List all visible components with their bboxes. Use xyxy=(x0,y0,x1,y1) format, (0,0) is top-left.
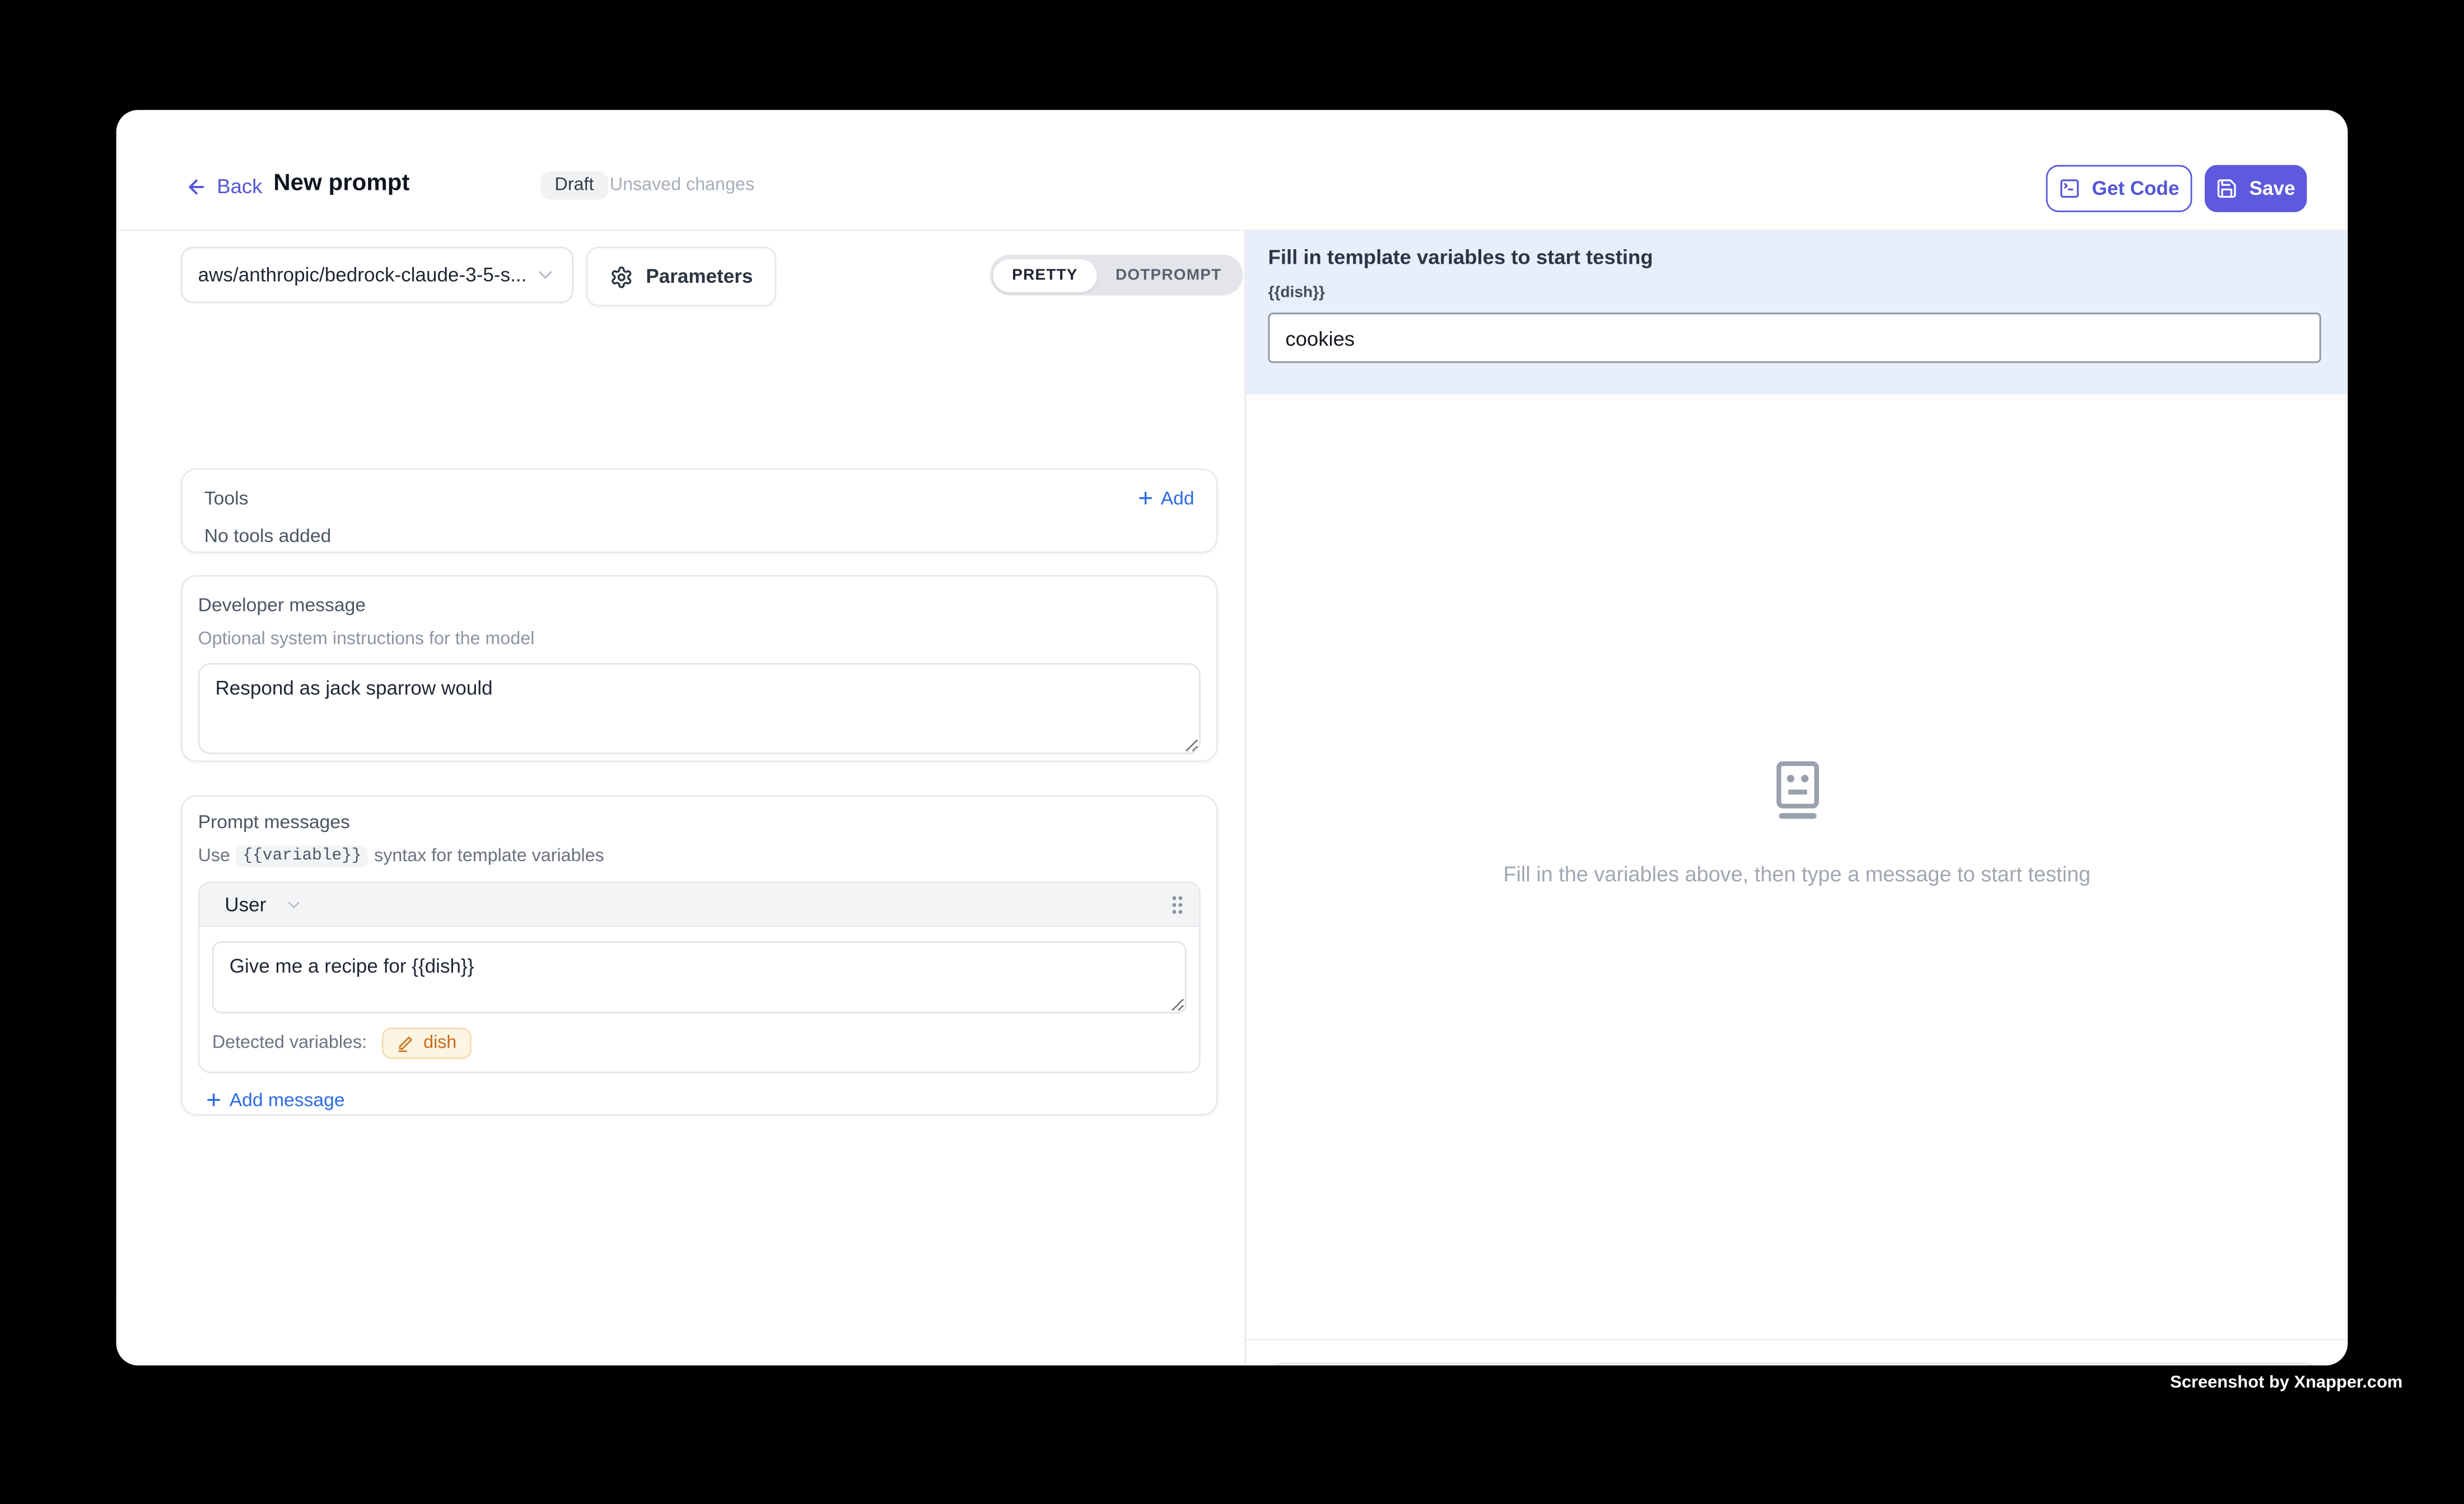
tools-empty-text: No tools added xyxy=(183,509,1216,547)
get-code-label: Get Code xyxy=(2092,178,2180,199)
hint-suffix: syntax for template variables xyxy=(374,847,604,866)
role-value: User xyxy=(225,893,266,915)
pencil-icon xyxy=(396,1034,416,1053)
page-title: New prompt xyxy=(273,170,409,197)
detected-variables-label: Detected variables: xyxy=(212,1034,367,1053)
model-select[interactable]: aws/anthropic/bedrock-claude-3-5-s... xyxy=(181,247,574,303)
save-floppy-icon xyxy=(2216,178,2238,199)
developer-message-card: Developer message Optional system instru… xyxy=(181,575,1218,762)
format-toggle: PRETTY DOTPROMPT xyxy=(990,255,1244,296)
hint-variable-code: {{variable}} xyxy=(236,846,368,867)
template-variables-title: Fill in template variables to start test… xyxy=(1268,245,2321,269)
gear-icon xyxy=(610,265,633,288)
developer-message-textarea[interactable]: Respond as jack sparrow would xyxy=(198,663,1201,754)
variable-chip-label: dish xyxy=(423,1034,456,1053)
message-textarea[interactable]: Give me a recipe for {{dish}} xyxy=(212,941,1187,1013)
app-window: Back New prompt Draft Unsaved changes Ge… xyxy=(116,110,2348,1365)
bot-face-icon xyxy=(1768,759,1825,821)
back-arrow-icon xyxy=(185,175,207,197)
prompt-editor-panel: aws/anthropic/bedrock-claude-3-5-s... Pa… xyxy=(116,231,1245,1365)
prompt-messages-title: Prompt messages xyxy=(198,811,1201,833)
variable-value-input[interactable] xyxy=(1268,312,2321,363)
unsaved-changes-text: Unsaved changes xyxy=(610,176,754,195)
save-button[interactable]: Save xyxy=(2205,165,2307,212)
plus-icon xyxy=(1136,489,1155,508)
empty-state: Fill in the variables above, then type a… xyxy=(1246,759,2348,886)
back-label: Back xyxy=(217,174,262,198)
hint-prefix: Use xyxy=(198,847,230,866)
add-tool-label: Add xyxy=(1161,487,1194,509)
developer-message-title: Developer message xyxy=(198,594,1201,616)
tools-title: Tools xyxy=(204,487,249,509)
chat-footer-divider xyxy=(1246,1339,2348,1340)
add-message-label: Add message xyxy=(230,1089,345,1111)
chevron-down-icon xyxy=(534,264,556,286)
screen: Back New prompt Draft Unsaved changes Ge… xyxy=(0,0,2464,1504)
role-select[interactable]: User xyxy=(225,893,304,915)
save-label: Save xyxy=(2250,178,2295,199)
detected-variables-row: Detected variables: dish xyxy=(212,1027,1187,1059)
variable-field-label: {{dish}} xyxy=(1268,284,2321,302)
parameters-label: Parameters xyxy=(646,265,753,287)
chat-input-bar xyxy=(1268,1362,2320,1366)
watermark-text: Screenshot by Xnapper.com xyxy=(2170,1374,2402,1393)
empty-state-text: Fill in the variables above, then type a… xyxy=(1246,863,2348,886)
toggle-pretty[interactable]: PRETTY xyxy=(993,259,1096,292)
header: Back New prompt Draft Unsaved changes Ge… xyxy=(116,110,2348,231)
back-button[interactable]: Back xyxy=(185,174,262,198)
prompt-messages-card: Prompt messages Use {{variable}} syntax … xyxy=(181,795,1218,1115)
variable-syntax-hint: Use {{variable}} syntax for template var… xyxy=(198,846,1201,867)
parameters-button[interactable]: Parameters xyxy=(586,247,777,307)
get-code-button[interactable]: Get Code xyxy=(2046,165,2192,212)
terminal-code-icon xyxy=(2059,178,2081,199)
chevron-down-icon xyxy=(285,895,304,914)
message-body: Give me a recipe for {{dish}} Detected v… xyxy=(199,927,1199,1072)
drag-handle-icon[interactable] xyxy=(1168,893,1187,915)
message-block: User Give me a recipe for {{dish}} Detec… xyxy=(198,881,1201,1073)
tools-card: Tools Add No tools added xyxy=(181,468,1218,553)
add-tool-button[interactable]: Add xyxy=(1136,487,1194,509)
variable-chip-dish[interactable]: dish xyxy=(382,1027,470,1059)
plus-icon xyxy=(204,1090,223,1109)
toggle-dotprompt[interactable]: DOTPROMPT xyxy=(1096,259,1240,292)
message-header: User xyxy=(199,883,1199,927)
test-panel: Fill in template variables to start test… xyxy=(1246,231,2348,1365)
add-message-button[interactable]: Add message xyxy=(204,1089,1201,1111)
developer-message-subtitle: Optional system instructions for the mod… xyxy=(198,630,1201,649)
status-badge: Draft xyxy=(540,171,608,200)
model-select-value: aws/anthropic/bedrock-claude-3-5-s... xyxy=(198,264,535,286)
template-variables-section: Fill in template variables to start test… xyxy=(1246,231,2348,394)
